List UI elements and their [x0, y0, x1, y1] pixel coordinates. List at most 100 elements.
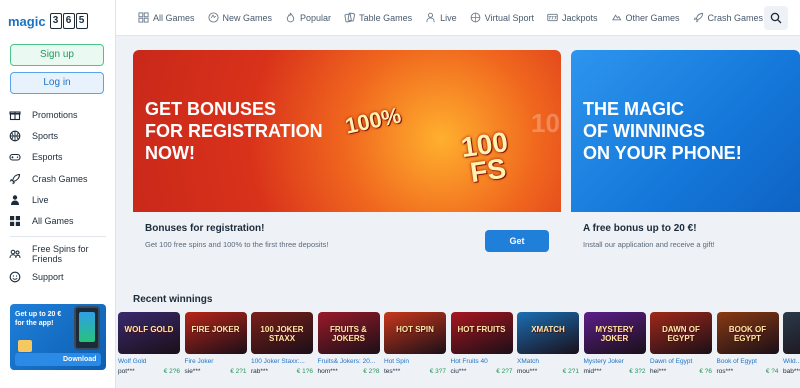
recent-win-item[interactable]: FRUITS & JOKERS Fruits& Jokers: 20... hom*… [317, 312, 380, 388]
tab-new-games[interactable]: New Games [207, 12, 272, 23]
recent-win-item[interactable]: WOLF GOLD Wolf Gold pot*** € 2?6 [118, 312, 180, 388]
recent-win-item[interactable]: XMATCH XMatch mou*** € 2?1 [517, 312, 579, 388]
sidebar-item-label: Support [32, 272, 64, 283]
sidebar: magic 3 6 5 Sign up Log in Promotions Sp… [0, 0, 116, 388]
winner-name: sie*** [184, 368, 201, 375]
game-name[interactable]: Dawn of Egypt [650, 358, 712, 365]
sidebar-item-esports[interactable]: Esports [0, 147, 116, 168]
tab-all-games[interactable]: All Games [138, 12, 195, 23]
support-icon [9, 272, 21, 283]
logo-digit: 5 [75, 13, 88, 29]
app-promo-card[interactable]: Get up to 20 € for the app! Download [10, 304, 106, 370]
tab-label: Crash Games [707, 12, 764, 23]
game-thumbnail[interactable]: FRUITS & JOKERS [317, 312, 380, 354]
search-button[interactable] [764, 6, 788, 30]
tab-virtual-sport[interactable]: Virtual Sport [470, 12, 534, 23]
sidebar-item-label: All Games [32, 216, 74, 227]
game-name[interactable]: Wild... [783, 358, 800, 365]
game-thumbnail-title: DAWN OF EGYPT [662, 325, 700, 343]
game-name[interactable]: Book of Egypt [717, 358, 779, 365]
winner-name: bab*** [783, 368, 800, 375]
game-name[interactable]: Fire Joker [185, 358, 247, 365]
tab-other-games[interactable]: Other Games [611, 12, 680, 23]
sidebar-item-label: Free Spins for Friends [32, 243, 89, 264]
tab-jackpots[interactable]: 777 Jackpots [547, 12, 598, 23]
game-thumbnail[interactable]: WOLF GOLD [118, 312, 180, 354]
ghost-number: 10 [531, 108, 560, 138]
sidebar-item-live[interactable]: Live [0, 189, 116, 210]
game-thumbnail-title: 100 JOKER STAXX [260, 325, 304, 343]
game-thumbnail[interactable]: XMATCH [517, 312, 579, 354]
login-button[interactable]: Log in [10, 72, 104, 94]
win-amount: € 2?1 [230, 368, 247, 375]
game-thumbnail-title: XMATCH [531, 325, 565, 334]
recent-win-item[interactable]: MYSTERY JOKER Mystery Joker mid*** € 3?2 [583, 312, 646, 388]
download-button[interactable]: Download [15, 353, 101, 366]
game-name[interactable]: 100 Joker Staxx:... [251, 358, 313, 365]
win-amount: € ?6 [699, 368, 712, 375]
rocket-icon [693, 12, 703, 23]
sidebar-item-sports[interactable]: Sports [0, 125, 116, 146]
sidebar-item-crash-games[interactable]: Crash Games [0, 168, 116, 189]
recent-win-item[interactable]: 100 JOKER STAXX 100 Joker Staxx:... rab***… [251, 312, 313, 388]
dealer-icon [11, 195, 19, 205]
game-name[interactable]: Fruits& Jokers: 20... [318, 358, 380, 365]
recent-win-item[interactable]: HOT FRUITS Hot Fruits 40 ciu*** € 2?7 [450, 312, 513, 388]
game-name[interactable]: Hot Fruits 40 [451, 358, 513, 365]
recent-winnings-title: Recent winnings [133, 294, 213, 305]
app-promo-text: Get up to 20 € for the app! [15, 311, 62, 327]
signup-button[interactable]: Sign up [10, 44, 104, 66]
game-thumbnail[interactable]: MYSTERY JOKER [583, 312, 646, 354]
recent-win-item[interactable]: DAWN OF EGYPT Dawn of Egypt hei*** € ?6 [650, 312, 712, 388]
grid-icon [138, 12, 149, 23]
banner-subtitle: Install our application and receive a gi… [583, 240, 715, 249]
banner-footer: Bonuses for registration! Get 100 free s… [133, 212, 561, 270]
game-thumbnail[interactable]: HOT SPIN [384, 312, 446, 354]
sidebar-item-label: Esports [32, 152, 63, 163]
game-thumbnail[interactable]: DAWN OF EGYPT [650, 312, 712, 354]
get-bonus-button[interactable]: Get [485, 230, 549, 252]
sidebar-nav: Promotions Sports Esports Crash Games Li… [0, 104, 116, 288]
sidebar-item-free-spins[interactable]: Free Spins for Friends [0, 241, 116, 267]
game-name[interactable]: XMatch [517, 358, 579, 365]
logo-digits: 3 6 5 [49, 13, 88, 29]
sidebar-divider [10, 235, 106, 237]
logo[interactable]: magic 3 6 5 [8, 10, 108, 32]
game-thumbnail[interactable]: 100 JOKER STAXX [251, 312, 313, 354]
sidebar-item-all-games[interactable]: All Games [0, 210, 116, 231]
tab-live[interactable]: Live [425, 12, 457, 23]
app-banner[interactable]: THE MAGIC OF WINNINGS ON YOUR PHONE! A fre… [571, 50, 800, 270]
game-thumbnail[interactable] [783, 312, 800, 354]
other-icon [611, 14, 621, 21]
game-name[interactable]: Hot Spin [384, 358, 446, 365]
tab-table-games[interactable]: Table Games [344, 12, 412, 23]
tab-label: Live [440, 12, 457, 23]
game-thumbnail[interactable]: BOOK OF EGYPT [716, 312, 779, 354]
banner-title: A free bonus up to 20 €! [583, 223, 697, 234]
gamepad-icon [9, 154, 21, 161]
win-amount: € 2?6 [163, 368, 180, 375]
sidebar-item-support[interactable]: Support [0, 267, 116, 288]
win-amount: € 3?2 [629, 368, 646, 375]
winner-name: hom*** [317, 368, 338, 375]
winner-name: ciu*** [450, 368, 467, 375]
banner-headline: THE MAGIC OF WINNINGS ON YOUR PHONE! [583, 99, 742, 163]
game-thumbnail[interactable]: HOT FRUITS [450, 312, 513, 354]
recent-win-item[interactable]: HOT SPIN Hot Spin tes*** € 3?7 [384, 312, 446, 388]
game-name[interactable]: Mystery Joker [584, 358, 646, 365]
logo-digit: 3 [49, 13, 62, 29]
registration-bonus-banner[interactable]: GET BONUSES FOR REGISTRATION NOW! 100% 100… [133, 50, 561, 270]
banner-subtitle: Get 100 free spins and 100% to the first… [145, 240, 329, 249]
game-name[interactable]: Wolf Gold [118, 358, 180, 365]
recent-win-item[interactable]: FIRE JOKER Fire Joker sie*** € 2?1 [184, 312, 247, 388]
game-thumbnail-title: WOLF GOLD [124, 325, 174, 334]
recent-win-item[interactable]: BOOK OF EGYPT Book of Egypt ros*** € ?4 [716, 312, 779, 388]
jackpot-icon: 777 [547, 13, 558, 22]
recent-winnings-list: WOLF GOLD Wolf Gold pot*** € 2?6 FIRE JOKER F… [116, 312, 800, 388]
tab-popular[interactable]: Popular [285, 12, 331, 23]
sidebar-item-label: Promotions [32, 109, 78, 120]
recent-win-item[interactable]: Wild... bab*** [783, 312, 800, 388]
game-thumbnail[interactable]: FIRE JOKER [184, 312, 247, 354]
tab-crash-games[interactable]: Crash Games [693, 12, 764, 23]
sidebar-item-promotions[interactable]: Promotions [0, 104, 116, 125]
